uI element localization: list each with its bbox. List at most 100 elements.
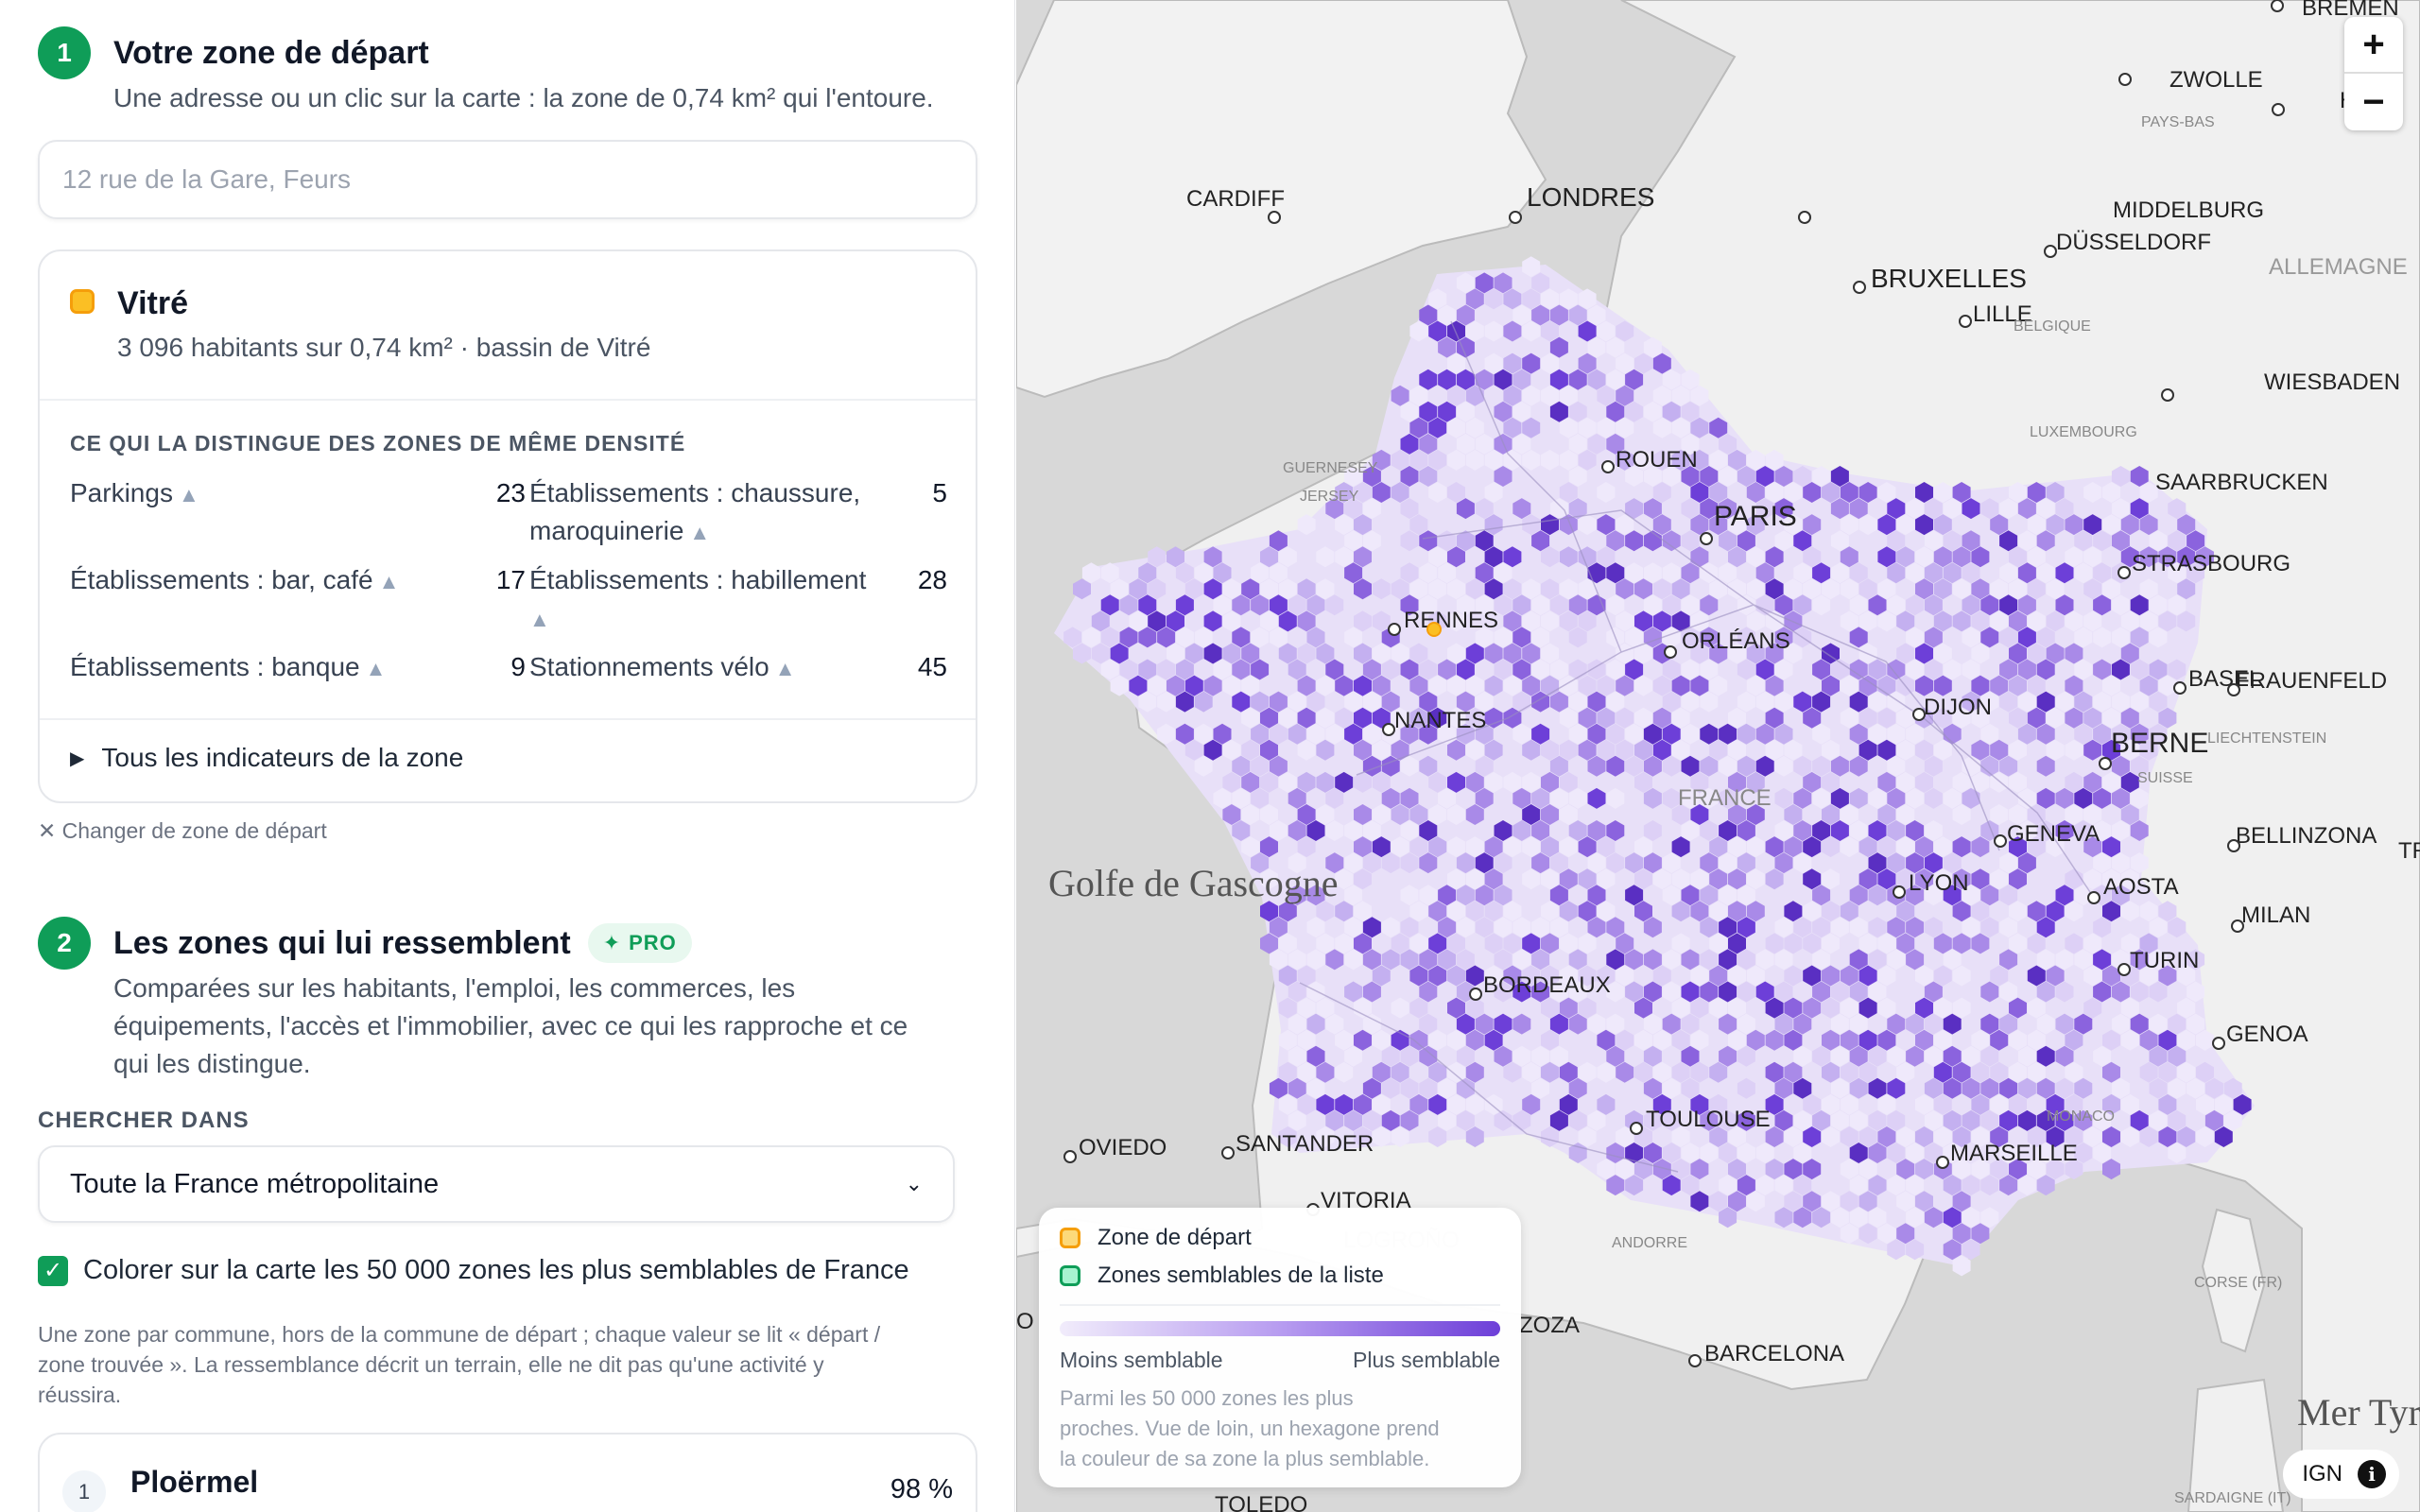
step2-title: Les zones qui lui ressemblent — [113, 924, 571, 961]
svg-text:GENEVA: GENEVA — [2007, 821, 2100, 847]
legend-gradient — [1060, 1321, 1500, 1336]
search-scope-select[interactable]: Toute la France métropolitaine ⌄ — [38, 1145, 955, 1223]
info-icon[interactable]: i — [2358, 1460, 2386, 1488]
svg-text:DÜSSELDORF: DÜSSELDORF — [2056, 230, 2211, 255]
svg-text:SANTANDER: SANTANDER — [1236, 1131, 1374, 1157]
svg-text:JERSEY: JERSEY — [1300, 489, 1359, 505]
svg-text:DIJON: DIJON — [1924, 695, 1992, 720]
chevron-down-icon: ⌄ — [905, 1172, 923, 1195]
svg-text:OVIEDO: OVIEDO — [1079, 1135, 1167, 1160]
indicator-value: 17 — [495, 565, 526, 594]
svg-text:ZWOLLE: ZWOLLE — [2169, 67, 2263, 93]
svg-text:SARDAIGNE (IT): SARDAIGNE (IT) — [2174, 1490, 2291, 1506]
legend-start-swatch — [1060, 1228, 1080, 1248]
color-map-checkbox-label: Colorer sur la carte les 50 000 zones le… — [83, 1255, 909, 1285]
legend-start-row: Zone de départ — [1060, 1225, 1252, 1251]
svg-text:O: O — [1016, 1309, 1034, 1334]
indicator-label: Stationnements vélo ▲ — [529, 652, 796, 681]
indicator-label: Parkings ▲ — [70, 478, 199, 507]
svg-text:BARCELONA: BARCELONA — [1704, 1341, 1844, 1366]
indicator-value: 45 — [917, 652, 947, 681]
divider — [40, 718, 976, 720]
all-indicators-label: Tous les indicateurs de la zone — [101, 743, 464, 772]
sparkle-icon: ✦ — [602, 931, 622, 954]
sea-label: Golfe de Gascogne — [1048, 862, 1339, 904]
svg-text:BRUXELLES: BRUXELLES — [1871, 264, 2027, 293]
result-item[interactable]: 1 Ploërmel 98 % — [38, 1433, 977, 1512]
indicator-label: Établissements : banque ▲ — [70, 652, 387, 681]
zoom-control: + − — [2344, 17, 2403, 130]
distinct-title: CE QUI LA DISTINGUE DES ZONES DE MÊME DE… — [70, 431, 686, 455]
trend-up-icon: ▲ — [689, 521, 711, 544]
svg-text:MARSEILLE: MARSEILLE — [1950, 1141, 2078, 1166]
step2-header: 2 Les zones qui lui ressemblent ✦ PRO — [38, 917, 692, 970]
result-rank: 1 — [62, 1470, 106, 1512]
indicator-label: Établissements : chaussure, maroquinerie ▲ — [529, 478, 861, 545]
map-legend: Zone de départ Zones semblables de la li… — [1039, 1208, 1521, 1487]
legend-note: Parmi les 50 000 zones les plus proches. … — [1060, 1386, 1440, 1470]
svg-text:BERNE: BERNE — [2111, 728, 2208, 759]
step1-subtitle: Une adresse ou un clic sur la carte : la… — [113, 83, 934, 112]
svg-text:TR: TR — [2398, 838, 2420, 864]
pro-badge: ✦ PRO — [587, 923, 692, 963]
indicator-value: 23 — [495, 478, 526, 507]
all-indicators-toggle[interactable]: ▶ Tous les indicateurs de la zone — [70, 743, 463, 773]
zoom-out-button[interactable]: − — [2344, 74, 2403, 130]
legend-similar-row: Zones semblables de la liste — [1060, 1263, 1384, 1289]
side-panel: 1 Votre zone de départ Une adresse ou un… — [0, 0, 1015, 1512]
svg-text:RENNES: RENNES — [1404, 608, 1498, 633]
svg-text:WIESBADEN: WIESBADEN — [2264, 369, 2400, 395]
svg-text:TOULOUSE: TOULOUSE — [1646, 1107, 1771, 1132]
search-scope-value: Toute la France métropolitaine — [70, 1168, 440, 1199]
step2-number: 2 — [38, 917, 91, 970]
svg-text:PARIS: PARIS — [1714, 501, 1797, 532]
svg-text:PAYS-BAS: PAYS-BAS — [2141, 114, 2215, 130]
step2-subtitle: Comparées sur les habitants, l'emploi, l… — [113, 973, 908, 1078]
trend-up-icon: ▲ — [774, 657, 796, 680]
indicator-value: 28 — [917, 565, 947, 594]
svg-text:FRAUENFELD: FRAUENFELD — [2236, 668, 2387, 694]
svg-text:LONDRES: LONDRES — [1527, 182, 1654, 212]
change-zone-link[interactable]: ✕ Changer de zone de départ — [38, 818, 327, 844]
close-icon: ✕ — [38, 818, 62, 843]
map[interactable]: BREMEN ZWOLLE HANN PAYS-BAS CARDIFF LOND… — [1016, 0, 2420, 1512]
legend-high-label: Plus semblable — [1353, 1348, 1500, 1372]
legend-low-label: Moins semblable — [1060, 1348, 1223, 1372]
zone-meta: 3 096 habitants sur 0,74 km² · bassin de… — [117, 333, 651, 362]
svg-text:CORSE (FR): CORSE (FR) — [2194, 1275, 2282, 1291]
svg-text:SAARBRUCKEN: SAARBRUCKEN — [2155, 470, 2328, 495]
caret-right-icon: ▶ — [70, 747, 85, 769]
result-name: Ploërmel — [130, 1465, 259, 1499]
divider — [40, 399, 976, 401]
address-input[interactable] — [38, 140, 977, 219]
svg-text:ROUEN: ROUEN — [1616, 447, 1698, 472]
svg-text:MILAN: MILAN — [2241, 902, 2310, 928]
color-map-checkbox-row[interactable]: ✓ Colorer sur la carte les 50 000 zones … — [38, 1255, 909, 1286]
svg-text:SUISSE: SUISSE — [2137, 770, 2193, 786]
svg-text:ZOZA: ZOZA — [1519, 1313, 1580, 1338]
svg-text:STRASBOURG: STRASBOURG — [2132, 551, 2290, 576]
svg-text:ORLÉANS: ORLÉANS — [1682, 628, 1790, 654]
svg-text:BELLINZONA: BELLINZONA — [2236, 823, 2377, 849]
trend-up-icon: ▲ — [178, 483, 199, 507]
trend-up-icon: ▲ — [529, 608, 550, 631]
svg-text:CARDIFF: CARDIFF — [1186, 186, 1285, 212]
indicator-value: 9 — [510, 652, 526, 681]
svg-text:ANDORRE: ANDORRE — [1612, 1235, 1687, 1251]
svg-text:ALLEMAGNE: ALLEMAGNE — [2269, 254, 2408, 280]
search-scope-label: CHERCHER DANS — [38, 1108, 250, 1133]
svg-text:BORDEAUX: BORDEAUX — [1483, 972, 1611, 998]
color-map-checkbox[interactable]: ✓ — [38, 1255, 68, 1286]
zone-start-swatch — [70, 289, 95, 314]
step1-title: Votre zone de départ — [113, 34, 429, 71]
svg-text:AOSTA: AOSTA — [2103, 874, 2179, 900]
start-zone-marker — [1426, 622, 1442, 637]
svg-text:LYON: LYON — [1909, 870, 1969, 896]
sea-label-2: Mer Tyr — [2297, 1391, 2420, 1434]
step1-header: 1 Votre zone de départ — [38, 26, 429, 79]
zoom-in-button[interactable]: + — [2344, 17, 2403, 74]
svg-text:LUXEMBOURG: LUXEMBOURG — [2030, 424, 2137, 440]
svg-text:GUERNESEY: GUERNESEY — [1283, 460, 1378, 476]
map-attribution[interactable]: IGN i — [2283, 1450, 2399, 1499]
method-note: Une zone par commune, hors de la commune… — [38, 1322, 881, 1407]
